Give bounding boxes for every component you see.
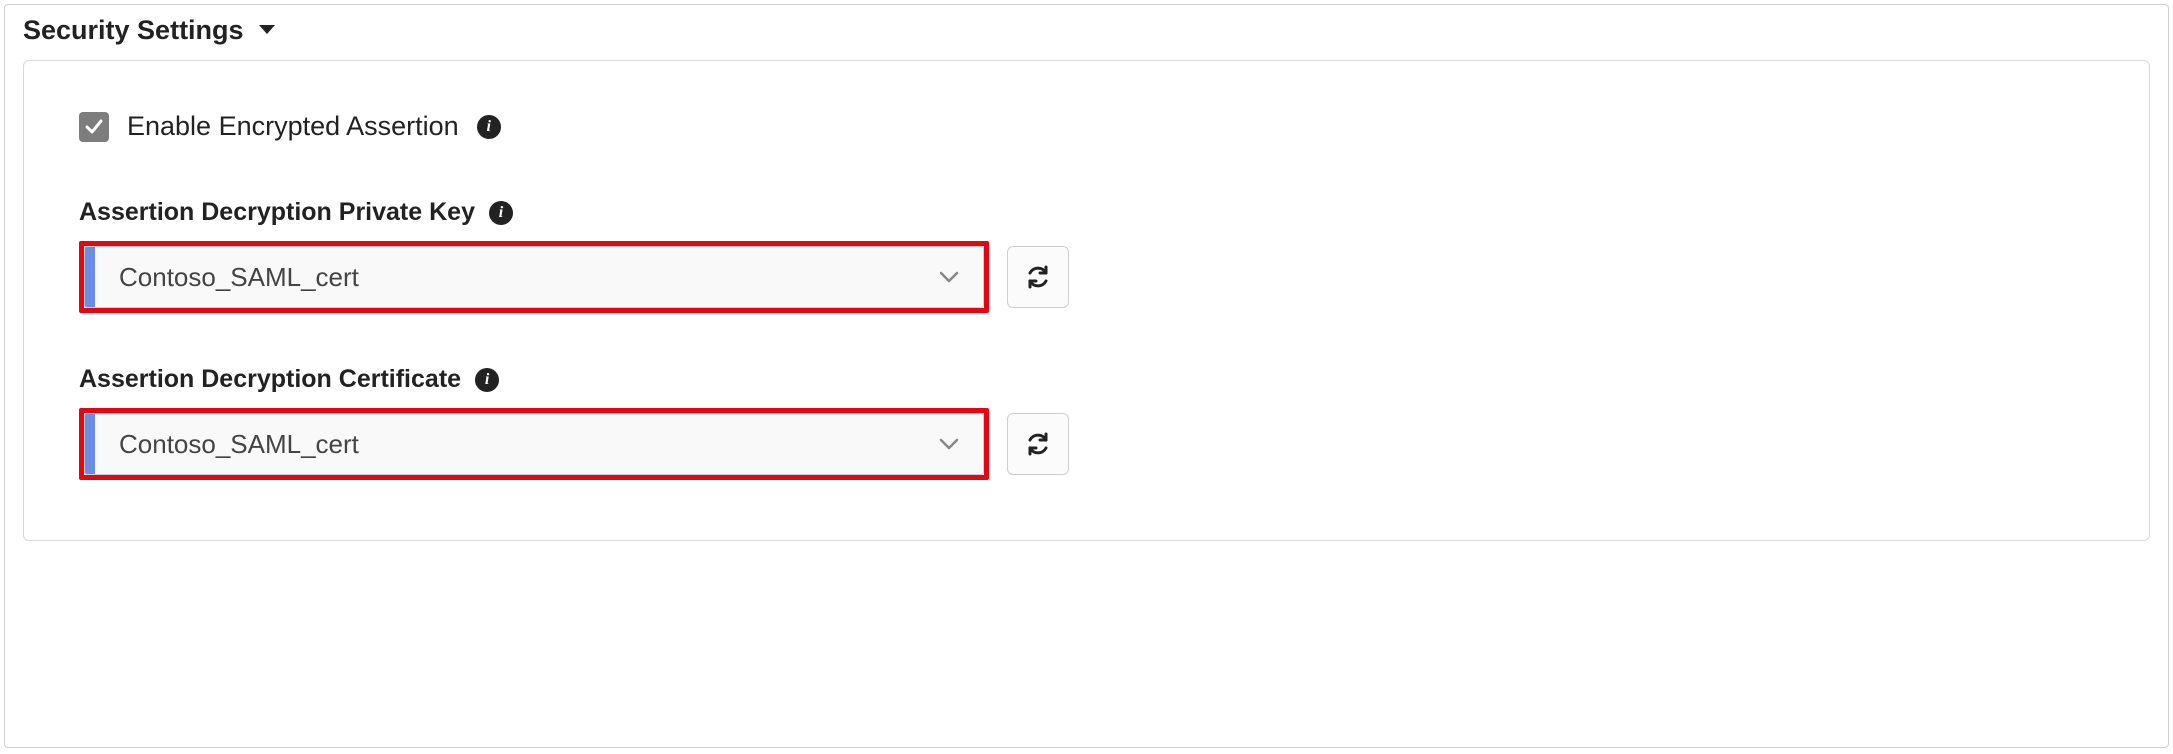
private-key-refresh-button[interactable]: [1007, 246, 1069, 308]
enable-encrypted-label: Enable Encrypted Assertion: [127, 111, 459, 142]
certificate-value: Contoso_SAML_cert: [95, 429, 915, 460]
private-key-field: Assertion Decryption Private Key i Conto…: [79, 198, 2099, 313]
certificate-field: Assertion Decryption Certificate i Conto…: [79, 365, 2099, 480]
certificate-refresh-button[interactable]: [1007, 413, 1069, 475]
info-icon[interactable]: i: [489, 201, 513, 225]
section-title: Security Settings: [23, 15, 244, 46]
enable-encrypted-row: Enable Encrypted Assertion i: [79, 111, 2099, 142]
selection-indicator: [85, 414, 95, 474]
info-icon[interactable]: i: [475, 368, 499, 392]
security-settings-container: Security Settings Enable Encrypted Asser…: [4, 4, 2169, 748]
chevron-down-icon: [915, 437, 983, 451]
caret-down-icon: [258, 20, 276, 41]
security-settings-panel: Enable Encrypted Assertion i Assertion D…: [23, 60, 2150, 541]
selection-indicator: [85, 247, 95, 307]
chevron-down-icon: [915, 270, 983, 284]
security-settings-header[interactable]: Security Settings: [23, 15, 2150, 46]
private-key-label: Assertion Decryption Private Key: [79, 198, 475, 227]
certificate-label: Assertion Decryption Certificate: [79, 365, 461, 394]
certificate-dropdown[interactable]: Contoso_SAML_cert: [84, 413, 984, 475]
private-key-dropdown[interactable]: Contoso_SAML_cert: [84, 246, 984, 308]
private-key-value: Contoso_SAML_cert: [95, 262, 915, 293]
certificate-highlight: Contoso_SAML_cert: [79, 408, 989, 480]
info-icon[interactable]: i: [477, 115, 501, 139]
private-key-highlight: Contoso_SAML_cert: [79, 241, 989, 313]
enable-encrypted-checkbox[interactable]: [79, 112, 109, 142]
